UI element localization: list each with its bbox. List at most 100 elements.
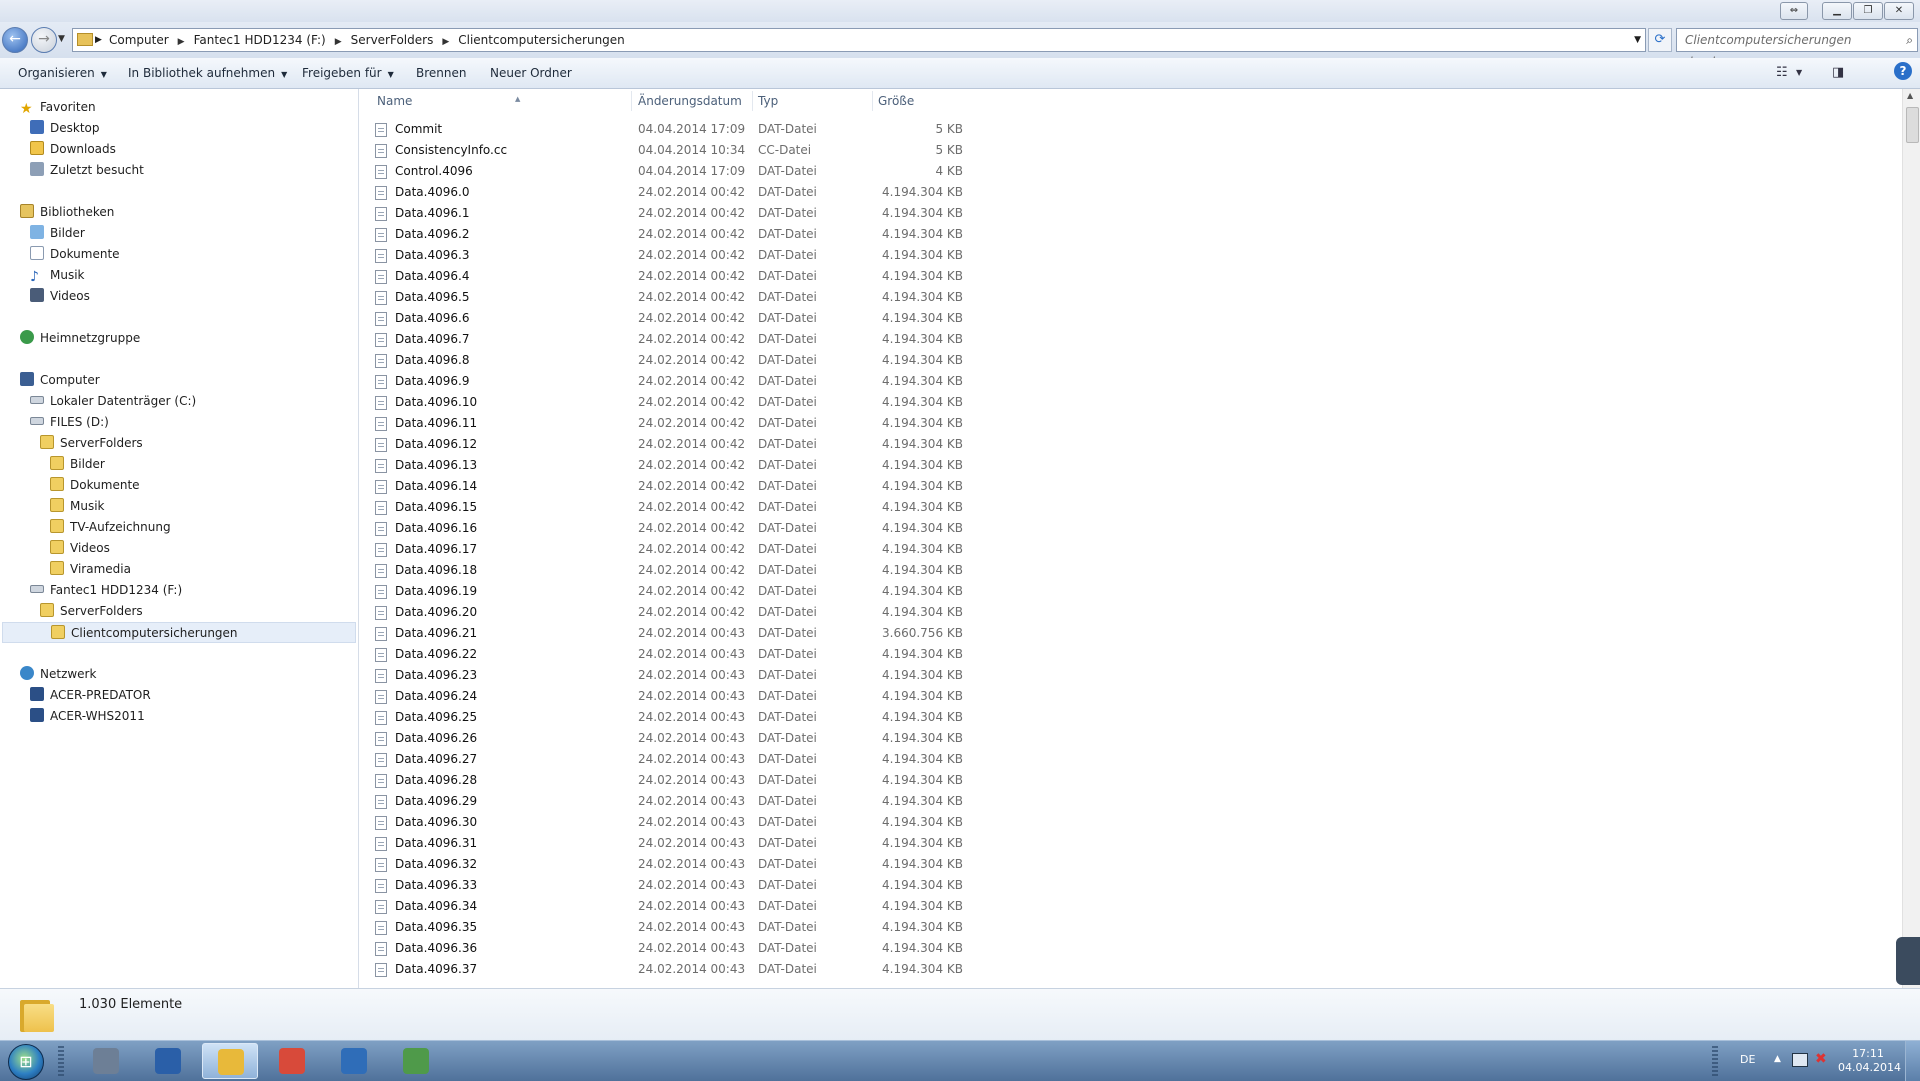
table-row[interactable]: Data.4096.33 24.02.2014 00:43 DAT-Datei 4.1…: [373, 875, 1313, 896]
file-name[interactable]: Data.4096.11: [395, 413, 477, 434]
column-divider[interactable]: [752, 91, 753, 111]
file-name[interactable]: Data.4096.6: [395, 308, 469, 329]
taskbar-grip[interactable]: [58, 1046, 64, 1076]
table-row[interactable]: Data.4096.20 24.02.2014 00:42 DAT-Datei 4.1…: [373, 602, 1313, 623]
column-header-date[interactable]: Änderungsdatum: [638, 89, 748, 113]
back-button[interactable]: ←: [2, 27, 28, 53]
breadcrumb-serverfolders[interactable]: ServerFolders: [351, 29, 434, 51]
show-hidden-icons-icon[interactable]: ▲: [1774, 1054, 1781, 1064]
nav-libraries[interactable]: Bibliotheken: [20, 202, 114, 223]
nav-drive-d[interactable]: FILES (D:): [30, 412, 109, 433]
close-button[interactable]: ✕: [1884, 2, 1914, 20]
file-name[interactable]: Data.4096.22: [395, 644, 477, 665]
nav-lib-videos[interactable]: Videos: [30, 286, 90, 307]
table-row[interactable]: Data.4096.36 24.02.2014 00:43 DAT-Datei 4.1…: [373, 938, 1313, 959]
file-name[interactable]: Data.4096.0: [395, 182, 469, 203]
taskbar-app-button[interactable]: [78, 1043, 134, 1079]
table-row[interactable]: Data.4096.7 24.02.2014 00:42 DAT-Datei 4.19…: [373, 329, 1313, 350]
address-bar[interactable]: ▶ Computer ▶ Fantec1 HDD1234 (F:) ▶ ServerFo…: [72, 28, 1646, 52]
table-row[interactable]: Data.4096.2 24.02.2014 00:42 DAT-Datei 4.19…: [373, 224, 1313, 245]
file-name[interactable]: Data.4096.33: [395, 875, 477, 896]
file-name[interactable]: Data.4096.3: [395, 245, 469, 266]
table-row[interactable]: Data.4096.1 24.02.2014 00:42 DAT-Datei 4.19…: [373, 203, 1313, 224]
refresh-icon[interactable]: ⟳: [1648, 28, 1672, 52]
minimize-button[interactable]: ▁: [1822, 2, 1852, 20]
file-name[interactable]: Data.4096.8: [395, 350, 469, 371]
file-name[interactable]: Data.4096.16: [395, 518, 477, 539]
file-name[interactable]: Data.4096.10: [395, 392, 477, 413]
file-name[interactable]: Data.4096.7: [395, 329, 469, 350]
taskbar-app-button[interactable]: [388, 1043, 444, 1079]
file-name[interactable]: Data.4096.32: [395, 854, 477, 875]
file-name[interactable]: Data.4096.26: [395, 728, 477, 749]
vertical-scrollbar[interactable]: ▲: [1902, 89, 1920, 988]
file-name[interactable]: Data.4096.4: [395, 266, 469, 287]
file-name[interactable]: Data.4096.30: [395, 812, 477, 833]
file-name[interactable]: Data.4096.1: [395, 203, 469, 224]
table-row[interactable]: Data.4096.37 24.02.2014 00:43 DAT-Datei 4.1…: [373, 959, 1313, 980]
table-row[interactable]: Data.4096.8 24.02.2014 00:42 DAT-Datei 4.19…: [373, 350, 1313, 371]
nav-desktop[interactable]: Desktop: [30, 118, 100, 139]
table-row[interactable]: Data.4096.34 24.02.2014 00:43 DAT-Datei 4.1…: [373, 896, 1313, 917]
file-name[interactable]: Data.4096.36: [395, 938, 477, 959]
table-row[interactable]: Data.4096.14 24.02.2014 00:42 DAT-Datei 4.1…: [373, 476, 1313, 497]
column-divider[interactable]: [631, 91, 632, 111]
column-header-name[interactable]: Name ▲: [377, 89, 625, 113]
table-row[interactable]: Data.4096.18 24.02.2014 00:42 DAT-Datei 4.1…: [373, 560, 1313, 581]
network-status-icon[interactable]: [1792, 1053, 1808, 1067]
file-name[interactable]: Data.4096.31: [395, 833, 477, 854]
file-name[interactable]: Data.4096.15: [395, 497, 477, 518]
table-row[interactable]: ConsistencyInfo.cc 04.04.2014 10:34 CC-Dat…: [373, 140, 1313, 161]
file-name[interactable]: Data.4096.34: [395, 896, 477, 917]
file-name[interactable]: ConsistencyInfo.cc: [395, 140, 507, 161]
recent-pages-dropdown-icon[interactable]: ▼: [58, 34, 65, 44]
file-name[interactable]: Data.4096.21: [395, 623, 477, 644]
side-gadget-handle[interactable]: [1896, 937, 1920, 985]
file-name[interactable]: Data.4096.25: [395, 707, 477, 728]
breadcrumb-clientcomputersicherungen[interactable]: Clientcomputersicherungen: [458, 29, 625, 51]
breadcrumb-computer[interactable]: Computer: [109, 29, 169, 51]
column-divider[interactable]: [872, 91, 873, 111]
file-name[interactable]: Data.4096.5: [395, 287, 469, 308]
start-button[interactable]: ⊞: [8, 1044, 44, 1080]
nav-computer[interactable]: Computer: [20, 370, 100, 391]
search-input[interactable]: Clientcomputersicherungen durchsuc... ⌕: [1676, 28, 1918, 69]
forward-button[interactable]: →: [31, 27, 57, 53]
table-row[interactable]: Control.4096 04.04.2014 17:09 DAT-Datei 4 K…: [373, 161, 1313, 182]
search-icon[interactable]: ⌕: [1906, 29, 1913, 51]
preview-pane-icon[interactable]: ◨: [1832, 62, 1844, 84]
table-row[interactable]: Data.4096.26 24.02.2014 00:43 DAT-Datei 4.1…: [373, 728, 1313, 749]
nav-d-videos[interactable]: Videos: [50, 538, 110, 559]
file-name[interactable]: Data.4096.17: [395, 539, 477, 560]
table-row[interactable]: Commit 04.04.2014 17:09 DAT-Datei 5 KB: [373, 119, 1313, 140]
table-row[interactable]: Data.4096.15 24.02.2014 00:42 DAT-Datei 4.1…: [373, 497, 1313, 518]
breadcrumb-arrow-icon[interactable]: ▶: [95, 29, 102, 51]
include-library-button[interactable]: In Bibliothek aufnehmen ▼: [128, 58, 287, 88]
nav-lib-documents[interactable]: Dokumente: [30, 244, 120, 265]
file-name[interactable]: Data.4096.27: [395, 749, 477, 770]
nav-lib-pictures[interactable]: Bilder: [30, 223, 85, 244]
table-row[interactable]: Data.4096.16 24.02.2014 00:42 DAT-Datei 4.1…: [373, 518, 1313, 539]
table-row[interactable]: Data.4096.10 24.02.2014 00:42 DAT-Datei 4.1…: [373, 392, 1313, 413]
organize-button[interactable]: Organisieren ▼: [18, 58, 107, 88]
table-row[interactable]: Data.4096.13 24.02.2014 00:42 DAT-Datei 4.1…: [373, 455, 1313, 476]
restore-window-icon[interactable]: ⇔: [1780, 2, 1808, 20]
file-name[interactable]: Control.4096: [395, 161, 473, 182]
file-name[interactable]: Data.4096.2: [395, 224, 469, 245]
table-row[interactable]: Data.4096.4 24.02.2014 00:42 DAT-Datei 4.19…: [373, 266, 1313, 287]
breadcrumb-arrow-icon[interactable]: ▶: [335, 31, 342, 53]
nav-f-clientcomputersicherungen[interactable]: Clientcomputersicherungen: [2, 622, 356, 643]
file-name[interactable]: Data.4096.28: [395, 770, 477, 791]
file-name[interactable]: Data.4096.20: [395, 602, 477, 623]
table-row[interactable]: Data.4096.30 24.02.2014 00:43 DAT-Datei 4.1…: [373, 812, 1313, 833]
file-name[interactable]: Data.4096.35: [395, 917, 477, 938]
burn-button[interactable]: Brennen: [416, 58, 466, 88]
language-indicator[interactable]: DE: [1740, 1053, 1755, 1066]
table-row[interactable]: Data.4096.6 24.02.2014 00:42 DAT-Datei 4.19…: [373, 308, 1313, 329]
table-row[interactable]: Data.4096.28 24.02.2014 00:43 DAT-Datei 4.1…: [373, 770, 1313, 791]
file-name[interactable]: Data.4096.18: [395, 560, 477, 581]
maximize-button[interactable]: ❐: [1853, 2, 1883, 20]
file-name[interactable]: Data.4096.37: [395, 959, 477, 980]
table-row[interactable]: Data.4096.17 24.02.2014 00:42 DAT-Datei 4.1…: [373, 539, 1313, 560]
file-name[interactable]: Data.4096.13: [395, 455, 477, 476]
